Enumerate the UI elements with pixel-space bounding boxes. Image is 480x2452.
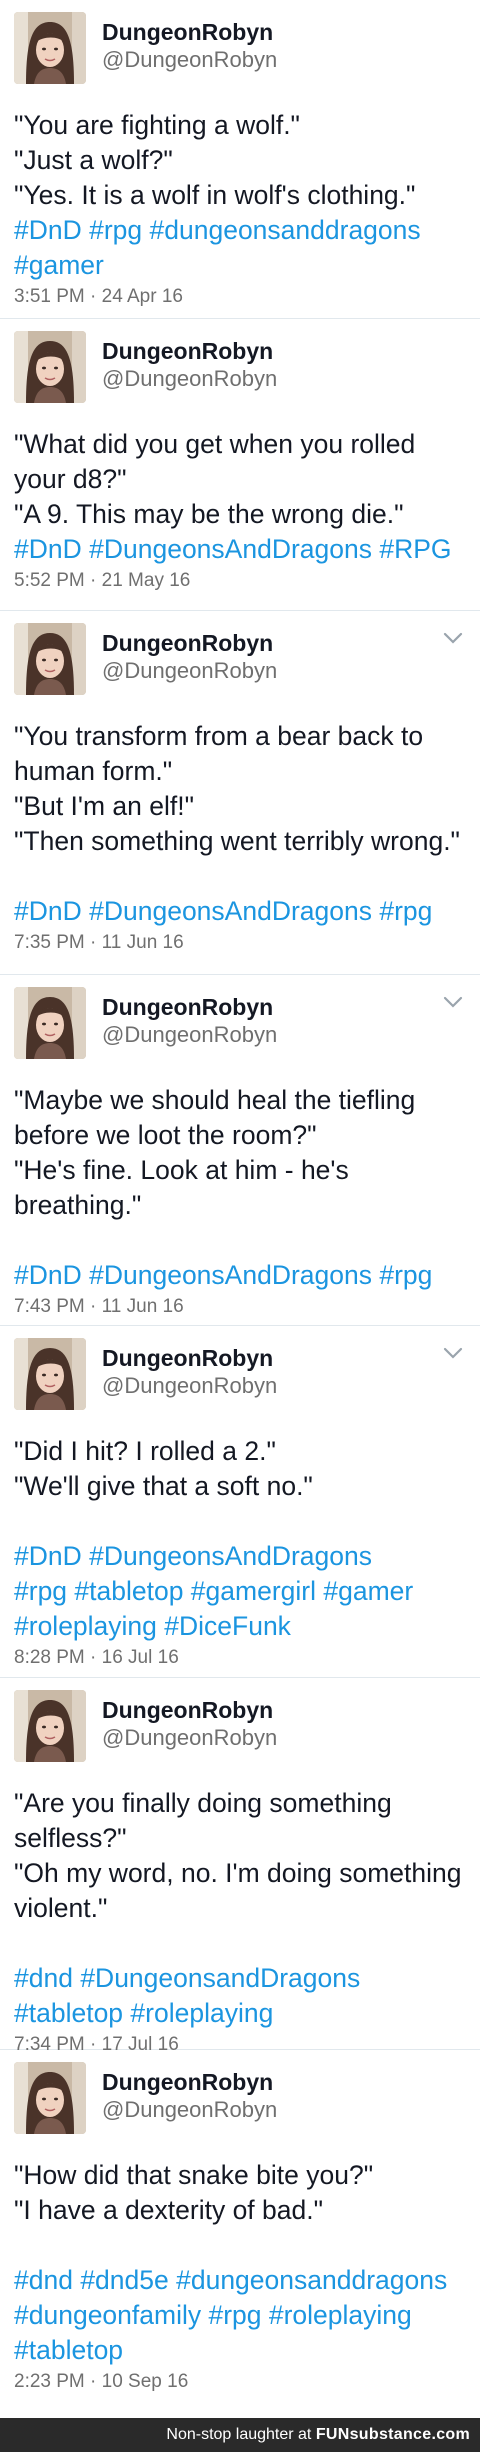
user-handle[interactable]: @DungeonRobyn <box>102 1021 277 1049</box>
tweet-line: "I have a dexterity of bad." <box>14 2195 324 2225</box>
tweet-line: "Oh my word, no. I'm doing something <box>14 1858 462 1888</box>
timestamp[interactable]: 7:43 PM · 11 Jun 16 <box>14 1295 464 1319</box>
tweet-card-6[interactable]: DungeonRobyn @DungeonRobyn "Are you fina… <box>0 1678 480 2055</box>
display-name[interactable]: DungeonRobyn <box>102 337 277 365</box>
tweet-line: "How did that snake bite you?" <box>14 2160 374 2190</box>
hashtags[interactable]: #DnD #DungeonsAndDragons #rpg #tabletop … <box>14 1539 464 1644</box>
hashtag-line[interactable]: #dungeonfamily #rpg #roleplaying <box>14 2298 464 2333</box>
tweet-text: "You transform from a bear back to human… <box>14 719 464 859</box>
hashtag-line[interactable]: #DnD #DungeonsAndDragons #RPG <box>14 532 464 567</box>
footer-brand: FUNsubstance.com <box>315 2426 470 2443</box>
display-name[interactable]: DungeonRobyn <box>102 1696 277 1724</box>
tweet-header: DungeonRobyn @DungeonRobyn <box>14 987 464 1075</box>
tweet-card-5[interactable]: DungeonRobyn @DungeonRobyn "Did I hit? I… <box>0 1326 480 1678</box>
tweet-card-3[interactable]: DungeonRobyn @DungeonRobyn "You transfor… <box>0 611 480 975</box>
tweet-line: "A 9. This may be the wrong die." <box>14 499 404 529</box>
tweet-header: DungeonRobyn @DungeonRobyn <box>14 331 464 419</box>
hashtags[interactable]: #DnD #DungeonsAndDragons #rpg <box>14 1258 464 1293</box>
hashtags[interactable]: #dnd #DungeonsandDragons #tabletop #role… <box>14 1961 464 2031</box>
tweet-line: "You transform from a bear back to <box>14 721 424 751</box>
tweet-line: before we loot the room?" <box>14 1120 317 1150</box>
timestamp[interactable]: 7:35 PM · 11 Jun 16 <box>14 931 464 955</box>
tweet-text: "Maybe we should heal the tiefling befor… <box>14 1083 464 1223</box>
tweet-feed: DungeonRobyn @DungeonRobyn "You are figh… <box>0 0 480 2452</box>
hashtag-line[interactable]: #dnd #dnd5e #dungeonsanddragons <box>14 2263 464 2298</box>
tweet-header: DungeonRobyn @DungeonRobyn <box>14 1338 464 1426</box>
user-handle[interactable]: @DungeonRobyn <box>102 365 277 393</box>
display-name[interactable]: DungeonRobyn <box>102 2068 277 2096</box>
hashtag-line[interactable]: #gamer <box>14 248 464 283</box>
tweet-line: "You are fighting a wolf." <box>14 110 300 140</box>
display-name[interactable]: DungeonRobyn <box>102 629 277 657</box>
tweet-header: DungeonRobyn @DungeonRobyn <box>14 12 464 100</box>
hashtag-line[interactable]: #dnd #DungeonsandDragons <box>14 1961 464 1996</box>
tweet-line: "What did you get when you rolled <box>14 429 416 459</box>
hashtag-line[interactable]: #roleplaying #DiceFunk <box>14 1609 464 1644</box>
tweet-header: DungeonRobyn @DungeonRobyn <box>14 623 464 711</box>
chevron-down-icon[interactable] <box>442 987 464 1017</box>
tweet-line: your d8?" <box>14 464 127 494</box>
user-handle[interactable]: @DungeonRobyn <box>102 46 277 74</box>
avatar[interactable] <box>14 2062 86 2134</box>
tweet-header: DungeonRobyn @DungeonRobyn <box>14 1690 464 1778</box>
tweet-line: "Maybe we should heal the tiefling <box>14 1085 416 1115</box>
hashtag-line[interactable]: #tabletop #roleplaying <box>14 1996 464 2031</box>
avatar[interactable] <box>14 623 86 695</box>
tweet-card-7[interactable]: DungeonRobyn @DungeonRobyn "How did that… <box>0 2050 480 2418</box>
hashtag-line[interactable]: #DnD #DungeonsAndDragons <box>14 1539 464 1574</box>
user-handle[interactable]: @DungeonRobyn <box>102 657 277 685</box>
hashtags[interactable]: #DnD #DungeonsAndDragons #RPG <box>14 532 464 567</box>
tweet-text: "How did that snake bite you?" "I have a… <box>14 2158 464 2228</box>
timestamp[interactable]: 3:51 PM · 24 Apr 16 <box>14 285 464 309</box>
tweet-line: "Are you finally doing something <box>14 1788 392 1818</box>
footer-text: Non-stop laughter at <box>166 2426 312 2443</box>
tweet-line: human form." <box>14 756 173 786</box>
hashtags[interactable]: #DnD #rpg #dungeonsanddragons #gamer <box>14 213 464 283</box>
tweet-line: violent." <box>14 1893 108 1923</box>
tweet-line: "Did I hit? I rolled a 2." <box>14 1436 276 1466</box>
tweet-line: "Then something went terribly wrong." <box>14 826 460 856</box>
hashtag-line[interactable]: #DnD #DungeonsAndDragons #rpg <box>14 894 464 929</box>
tweet-card-2[interactable]: DungeonRobyn @DungeonRobyn "What did you… <box>0 319 480 611</box>
tweet-line: "But I'm an elf!" <box>14 791 195 821</box>
tweet-card-1[interactable]: DungeonRobyn @DungeonRobyn "You are figh… <box>0 0 480 319</box>
hashtag-line[interactable]: #DnD #DungeonsAndDragons #rpg <box>14 1258 464 1293</box>
avatar[interactable] <box>14 1690 86 1762</box>
tweet-text: "What did you get when you rolled your d… <box>14 427 464 532</box>
tweet-line: "We'll give that a soft no." <box>14 1471 313 1501</box>
tweet-card-4[interactable]: DungeonRobyn @DungeonRobyn "Maybe we sho… <box>0 975 480 1326</box>
display-name[interactable]: DungeonRobyn <box>102 18 277 46</box>
display-name[interactable]: DungeonRobyn <box>102 993 277 1021</box>
hashtags[interactable]: #DnD #DungeonsAndDragons #rpg <box>14 894 464 929</box>
tweet-text: "Did I hit? I rolled a 2." "We'll give t… <box>14 1434 464 1504</box>
hashtag-line[interactable]: #DnD #rpg #dungeonsanddragons <box>14 213 464 248</box>
chevron-down-icon[interactable] <box>442 1338 464 1368</box>
avatar[interactable] <box>14 1338 86 1410</box>
hashtags[interactable]: #dnd #dnd5e #dungeonsanddragons #dungeon… <box>14 2263 464 2368</box>
tweet-line: "Just a wolf?" <box>14 145 173 175</box>
tweet-line: breathing." <box>14 1190 142 1220</box>
tweet-header: DungeonRobyn @DungeonRobyn <box>14 2062 464 2150</box>
timestamp[interactable]: 5:52 PM · 21 May 16 <box>14 569 464 593</box>
timestamp[interactable]: 8:28 PM · 16 Jul 16 <box>14 1646 464 1670</box>
tweet-text: "You are fighting a wolf." "Just a wolf?… <box>14 108 464 213</box>
tweet-line: selfless?" <box>14 1823 127 1853</box>
hashtag-line[interactable]: #tabletop <box>14 2333 464 2368</box>
chevron-down-icon[interactable] <box>442 623 464 653</box>
timestamp[interactable]: 2:23 PM · 10 Sep 16 <box>14 2370 464 2394</box>
hashtag-line[interactable]: #rpg #tabletop #gamergirl #gamer <box>14 1574 464 1609</box>
display-name[interactable]: DungeonRobyn <box>102 1344 277 1372</box>
avatar[interactable] <box>14 987 86 1059</box>
tweet-line: "Yes. It is a wolf in wolf's clothing." <box>14 180 416 210</box>
tweet-text: "Are you finally doing something selfles… <box>14 1786 464 1926</box>
user-handle[interactable]: @DungeonRobyn <box>102 1372 277 1400</box>
avatar[interactable] <box>14 331 86 403</box>
avatar[interactable] <box>14 12 86 84</box>
user-handle[interactable]: @DungeonRobyn <box>102 2096 277 2124</box>
user-handle[interactable]: @DungeonRobyn <box>102 1724 277 1752</box>
tweet-line: "He's fine. Look at him - he's <box>14 1155 349 1185</box>
watermark-footer: Non-stop laughter at FUNsubstance.com <box>0 2418 480 2452</box>
